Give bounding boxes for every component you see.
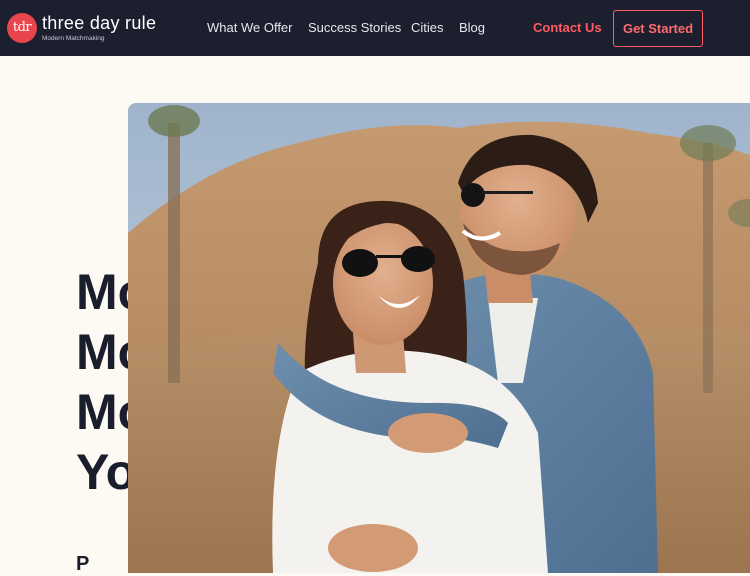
nav-link-what-we-offer[interactable]: What We Offer: [207, 20, 293, 35]
top-navbar: tdr three day rule Modern Matchmaking Wh…: [0, 0, 750, 56]
brand-name[interactable]: three day rule: [42, 13, 156, 34]
hero-photo-illustration: [128, 103, 750, 573]
nav-link-blog[interactable]: Blog: [459, 20, 485, 35]
nav-link-cities[interactable]: Cities: [411, 20, 444, 35]
hero-subline: P: [76, 553, 90, 575]
contact-us-link[interactable]: Contact Us: [533, 20, 602, 35]
get-started-button[interactable]: Get Started: [613, 10, 703, 47]
nav-link-success-stories[interactable]: Success Stories: [308, 20, 401, 35]
brand-tagline: Modern Matchmaking: [42, 35, 105, 42]
hero-photo: [128, 103, 750, 573]
brand-logo-icon[interactable]: tdr: [7, 13, 37, 43]
